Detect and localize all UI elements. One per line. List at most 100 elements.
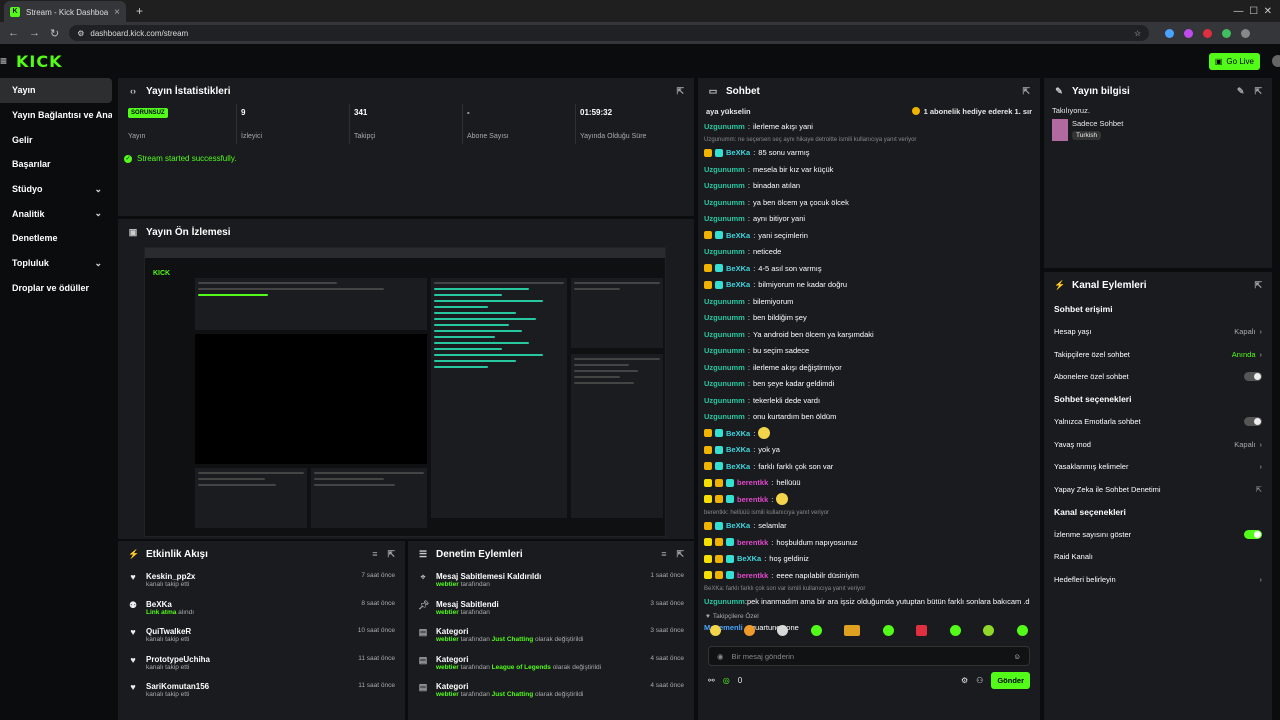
chat-message[interactable]: Uzgunumm: aynı bitiyor yani [704,211,1034,228]
forward-icon[interactable]: → [29,27,40,39]
extension-icon[interactable] [1203,28,1213,38]
chat-username[interactable]: berentkk [737,478,768,487]
chat-message[interactable]: Uzgunumm: tekerlekli dede vardı [704,392,1034,409]
chat-username[interactable]: BeXKa [726,280,750,289]
emote-icon[interactable] [882,624,894,636]
reply-context[interactable]: berentkk: hellüüü ismili kullanıcıya yan… [704,508,1034,518]
sidebar-item-drops[interactable]: Droplar ve ödüller [0,276,112,301]
chat-username[interactable]: Uzgunumm [704,247,745,256]
go-live-button[interactable]: ▣ Go Live [1208,52,1260,70]
sidebar-item-revenue[interactable]: Gelir [0,127,112,152]
sidebar-item-moderation[interactable]: Denetleme [0,226,112,251]
chat-username[interactable]: Uzgunumm [704,396,745,405]
chat-username[interactable]: Uzgunumm [704,297,745,306]
chat-username[interactable]: BeXKa [726,462,750,471]
mod-user[interactable]: webtier [436,609,459,616]
emote-icon[interactable] [710,624,721,636]
popout-icon[interactable]: ⇱ [1254,86,1262,97]
settings-icon[interactable]: ⚙ [961,676,968,685]
popout-icon[interactable]: ⇱ [1254,280,1262,291]
chat-username[interactable]: Uzgunumm [704,597,745,606]
emote-icon[interactable] [743,624,755,636]
new-tab-icon[interactable]: + [136,4,143,18]
chat-username[interactable]: BeXKa [726,521,750,530]
popout-icon[interactable]: ⇱ [1022,86,1030,97]
sidebar-item-studio[interactable]: Stüdyo ⌄ [0,177,112,202]
back-icon[interactable]: ← [8,27,19,39]
chat-username[interactable]: berentkk [737,571,768,580]
chat-message[interactable]: Uzgunumm: ilerleme akışı değiştirmiyor [704,359,1034,376]
extension-icon[interactable] [1241,28,1251,38]
popout-icon[interactable]: ⇱ [676,549,684,560]
chat-message[interactable]: BeXKa: bilmiyorum ne kadar doğru [704,277,1034,294]
sidebar-item-community[interactable]: Topluluk ⌄ [0,251,112,276]
filter-icon[interactable]: ≡ [661,549,666,560]
setting-show-viewers[interactable]: İzlenme sayısını göster [1044,523,1272,546]
sidebar-item-achievements[interactable]: Başarılar [0,152,112,177]
edit-icon[interactable]: ✎ [1237,86,1245,97]
chat-message[interactable]: BeXKa: selamlar [704,518,1034,535]
chat-username[interactable]: Uzgunumm [704,181,745,190]
chat-username[interactable]: Uzgunumm [704,330,745,339]
chat-username[interactable]: Uzgunumm [704,379,745,388]
activity-name[interactable]: BeXKa [146,600,353,609]
chat-message[interactable]: BeXKa: hoş geldiniz [704,551,1034,568]
setting-ai-moderation[interactable]: Yapay Zeka ile Sohbet Denetimi ⇱ [1044,478,1272,501]
emote-icon[interactable] [916,624,928,636]
chat-input[interactable]: ◉ Bir mesaj gönderin ☺ [708,646,1030,666]
chat-username[interactable]: BeXKa [737,554,761,563]
stream-preview-video[interactable]: KICK [144,247,666,537]
mod-user[interactable]: webtier [436,691,459,698]
chat-message[interactable]: berentkk: eeee napılabilr düsiniyim [704,567,1034,584]
popout-icon[interactable]: ⇱ [387,549,395,560]
chat-username[interactable]: BeXKa [726,429,750,438]
close-tab-icon[interactable]: × [114,7,120,18]
chat-username[interactable]: Uzgunumm [704,198,745,207]
filter-icon[interactable]: ≡ [372,549,377,560]
chat-username[interactable]: Uzgunumm [704,346,745,355]
chat-message[interactable]: BeXKa:85 sonu varmış [704,145,1034,162]
site-info-icon[interactable]: ⚙ [77,29,84,38]
activity-name[interactable]: Keskin_pp2x [146,572,353,581]
chat-message[interactable]: Uzgunumm: ilerleme akışı yani [704,118,1034,135]
send-button[interactable]: Gönder [991,672,1030,689]
extension-icon[interactable] [1184,28,1194,38]
chat-username[interactable]: BeXKa [726,231,750,240]
chat-message[interactable]: BeXKa: yok ya [704,442,1034,459]
emote-icon[interactable] [949,624,961,636]
emote-icon[interactable] [777,624,789,636]
setting-account-age[interactable]: Hesap yaşı Kapalı › [1044,320,1272,343]
chat-message[interactable]: berentkk: hellüüü [704,475,1034,492]
chat-message[interactable]: BeXKa: [704,425,1034,442]
sidebar-item-stream[interactable]: Yayın [0,78,112,103]
chat-message[interactable]: Uzgunumm: ya ben ölcem ya çocuk ölcek [704,194,1034,211]
setting-slow-mode[interactable]: Yavaş mod Kapalı › [1044,433,1272,456]
chat-username[interactable]: berentkk [737,538,768,547]
sidebar-item-stream-key[interactable]: Yayın Bağlantısı ve Anahtarı [0,103,112,128]
chat-username[interactable]: Uzgunumm [704,412,745,421]
mod-icon[interactable]: ⚇ [976,676,983,685]
emote-icon[interactable] [983,624,995,636]
emote-icon[interactable] [1016,624,1028,636]
setting-goals[interactable]: Hedefleri belirleyin › [1044,568,1272,591]
reply-context[interactable]: BeXKa: farklı farklı çok son var ismili … [704,584,1034,594]
setting-followers-only[interactable]: Takipçilere özel sohbet Anında › [1044,343,1272,366]
sidebar-item-analytics[interactable]: Analitik ⌄ [0,201,112,226]
chat-message[interactable]: BeXKa: farklı farklı çok son var [704,458,1034,475]
chat-username[interactable]: berentkk [737,495,768,504]
activity-name[interactable]: PrototypeUchiha [146,655,350,664]
chat-message[interactable]: BeXKa:4-5 asıl son varmış [704,260,1034,277]
chat-username[interactable]: Uzgunumm [704,122,745,131]
window-controls[interactable]: — ☐ ✕ [1234,6,1280,17]
mod-user[interactable]: webtier [436,636,459,643]
popout-icon[interactable]: ⇱ [676,86,684,97]
chat-username[interactable]: Uzgunumm [704,214,745,223]
url-field[interactable]: ⚙ dashboard.kick.com/stream ☆ [69,25,1150,41]
activity-name[interactable]: SariKomutan156 [146,682,350,691]
setting-emote-only[interactable]: Yalnızca Emotlarla sohbet [1044,410,1272,433]
chat-message[interactable]: Uzgunumm: onu kurtardım ben öldüm [704,409,1034,426]
chat-message[interactable]: BeXKa: yani seçimlerin [704,227,1034,244]
activity-name[interactable]: QuiTwalkeR [146,627,350,636]
chat-message[interactable]: berentkk: [704,491,1034,508]
chat-username[interactable]: BeXKa [726,148,750,157]
